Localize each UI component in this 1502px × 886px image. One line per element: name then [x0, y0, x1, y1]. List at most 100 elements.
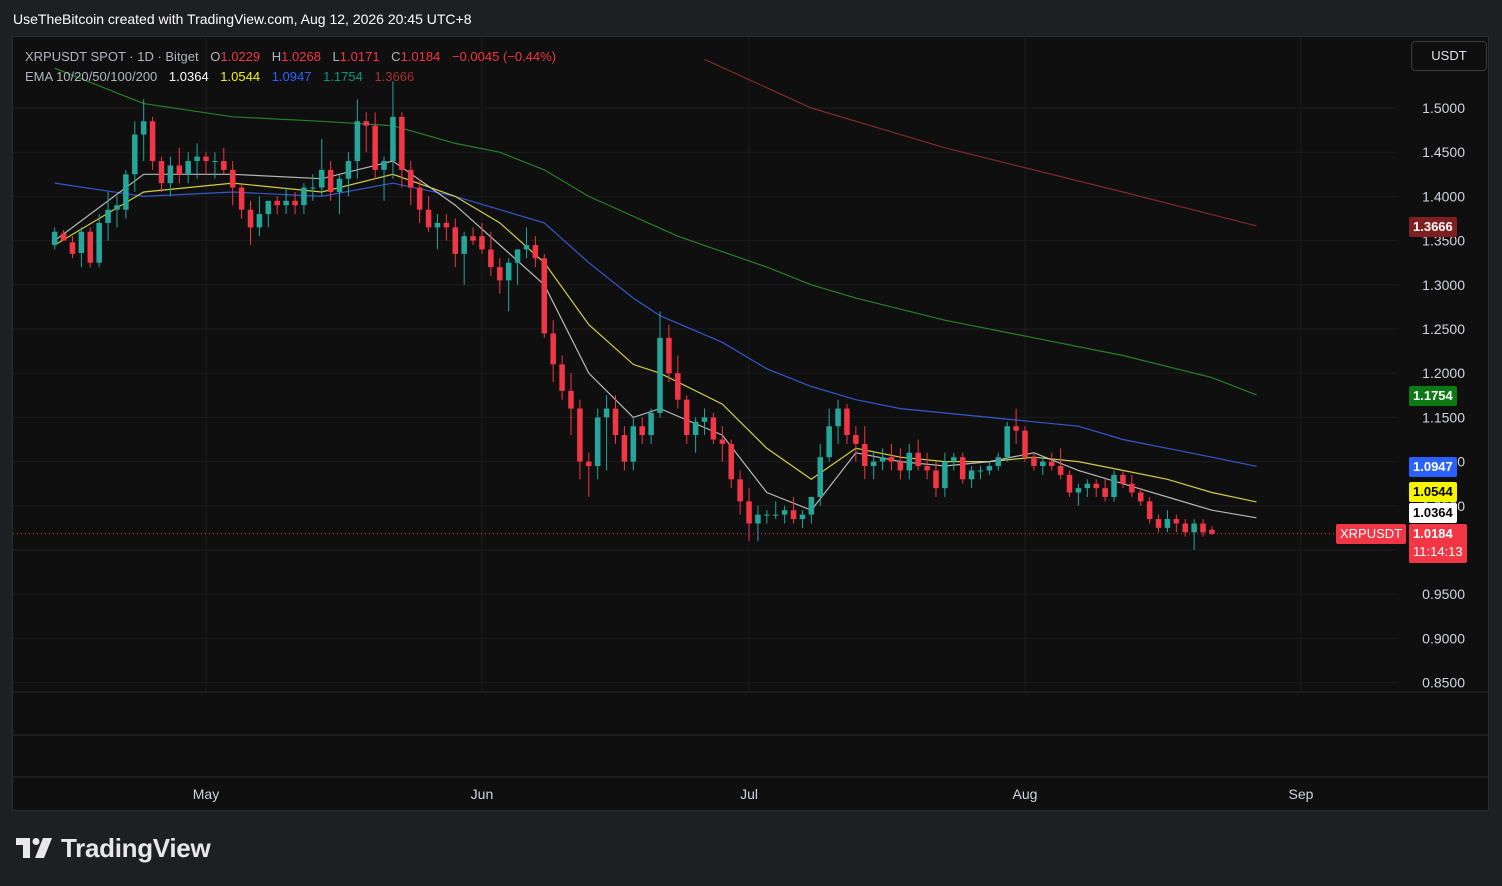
candle	[1040, 457, 1046, 475]
candle	[434, 214, 441, 250]
candle-body	[327, 169, 334, 192]
candle-body	[906, 452, 913, 471]
candle-body	[577, 408, 583, 462]
candle-body	[505, 262, 512, 281]
candle-body	[1200, 523, 1206, 533]
candle	[238, 183, 245, 219]
candle	[790, 496, 797, 524]
candle-body	[1191, 523, 1197, 533]
candle	[621, 426, 628, 471]
candle	[123, 169, 129, 219]
candle	[844, 404, 850, 444]
ema50-line	[54, 182, 1257, 467]
candle-body	[310, 187, 316, 189]
candle	[514, 249, 521, 285]
candle	[541, 253, 548, 338]
candle	[808, 496, 815, 524]
candle	[345, 152, 352, 197]
candle	[1031, 452, 1037, 471]
candle	[1084, 479, 1091, 497]
candle-body	[497, 267, 503, 281]
candle	[959, 452, 966, 484]
candle-body	[737, 479, 743, 502]
candle-body	[1048, 461, 1055, 467]
candle	[657, 311, 663, 418]
candle-body	[639, 426, 645, 436]
candle-body	[399, 116, 405, 170]
candle	[1013, 408, 1019, 444]
candle-body	[675, 373, 681, 400]
candle-body	[603, 408, 610, 418]
candle-body	[114, 205, 120, 210]
price-tick-label: 1.4000	[1422, 188, 1465, 204]
candle	[1004, 421, 1010, 462]
grid-lines	[13, 37, 1397, 692]
candle-body	[1209, 529, 1215, 534]
price-tick-label: 0.8500	[1422, 675, 1465, 691]
candle-body	[1173, 519, 1180, 524]
candle-body	[1040, 461, 1046, 467]
candle	[372, 112, 378, 179]
candle-body	[443, 222, 450, 228]
candle-body	[648, 412, 654, 436]
candle-body	[1137, 492, 1144, 502]
candle	[87, 227, 94, 268]
candle-body	[1013, 426, 1019, 431]
ema20-line	[54, 173, 1257, 503]
candle-body	[853, 435, 859, 444]
candle-body	[1093, 483, 1099, 489]
candle-body	[274, 200, 280, 206]
candle-body	[897, 461, 904, 471]
candle	[772, 501, 779, 520]
chart-panel[interactable]: 1.5000 1.4500 1.4000 1.3500 1.3000 1.2500 1.20…	[12, 36, 1489, 811]
close-value: 1.0184	[400, 49, 441, 64]
tradingview-logo[interactable]: TradingView	[16, 833, 211, 863]
candle	[906, 443, 913, 480]
candle	[968, 466, 975, 489]
price-chart[interactable]: 1.50001.45001.40001.35001.30001.25001.20…	[13, 37, 1489, 811]
candle	[1048, 452, 1055, 471]
candle	[381, 156, 387, 201]
candle-body	[318, 169, 325, 188]
candle-body	[381, 161, 387, 170]
ema50-value: 1.0947	[271, 69, 312, 84]
candle-body	[1129, 483, 1135, 493]
candle	[96, 214, 102, 268]
candle-body	[586, 461, 592, 467]
candle	[274, 196, 280, 215]
candle-body	[167, 165, 174, 184]
candle-body	[203, 156, 209, 162]
candle-body	[657, 337, 663, 413]
candle-body	[719, 439, 726, 444]
candle-body	[363, 121, 369, 126]
ema-lines	[54, 58, 1257, 519]
candle-body	[1004, 426, 1010, 458]
candle	[817, 443, 824, 506]
candle-body	[612, 408, 619, 436]
candle-body	[488, 249, 494, 268]
candle	[425, 196, 432, 232]
tradingview-logo-icon	[16, 836, 53, 860]
candle-body	[826, 426, 832, 458]
candle	[443, 214, 450, 241]
time-tick-label: Aug	[1013, 786, 1038, 802]
ohlc-row: XRPUSDT SPOT · 1D · Bitget O1.0229 H1.02…	[25, 47, 558, 67]
candle-body	[710, 417, 717, 440]
candle-body	[149, 121, 156, 162]
candle	[407, 161, 414, 206]
candle	[577, 399, 583, 480]
currency-button[interactable]: USDT	[1411, 41, 1487, 71]
candle	[612, 395, 619, 444]
ema200-price-tag: 1.3666	[1409, 217, 1457, 237]
candle-body	[844, 408, 850, 436]
candle	[247, 200, 254, 246]
candle	[835, 399, 841, 444]
candle	[176, 147, 183, 184]
candle-body	[123, 174, 129, 210]
candle-body	[977, 470, 984, 472]
candle-body	[692, 421, 699, 436]
candle-body	[212, 161, 218, 163]
chart-legend: XRPUSDT SPOT · 1D · Bitget O1.0229 H1.02…	[25, 47, 558, 87]
candle	[639, 417, 645, 444]
candle-body	[372, 125, 378, 170]
